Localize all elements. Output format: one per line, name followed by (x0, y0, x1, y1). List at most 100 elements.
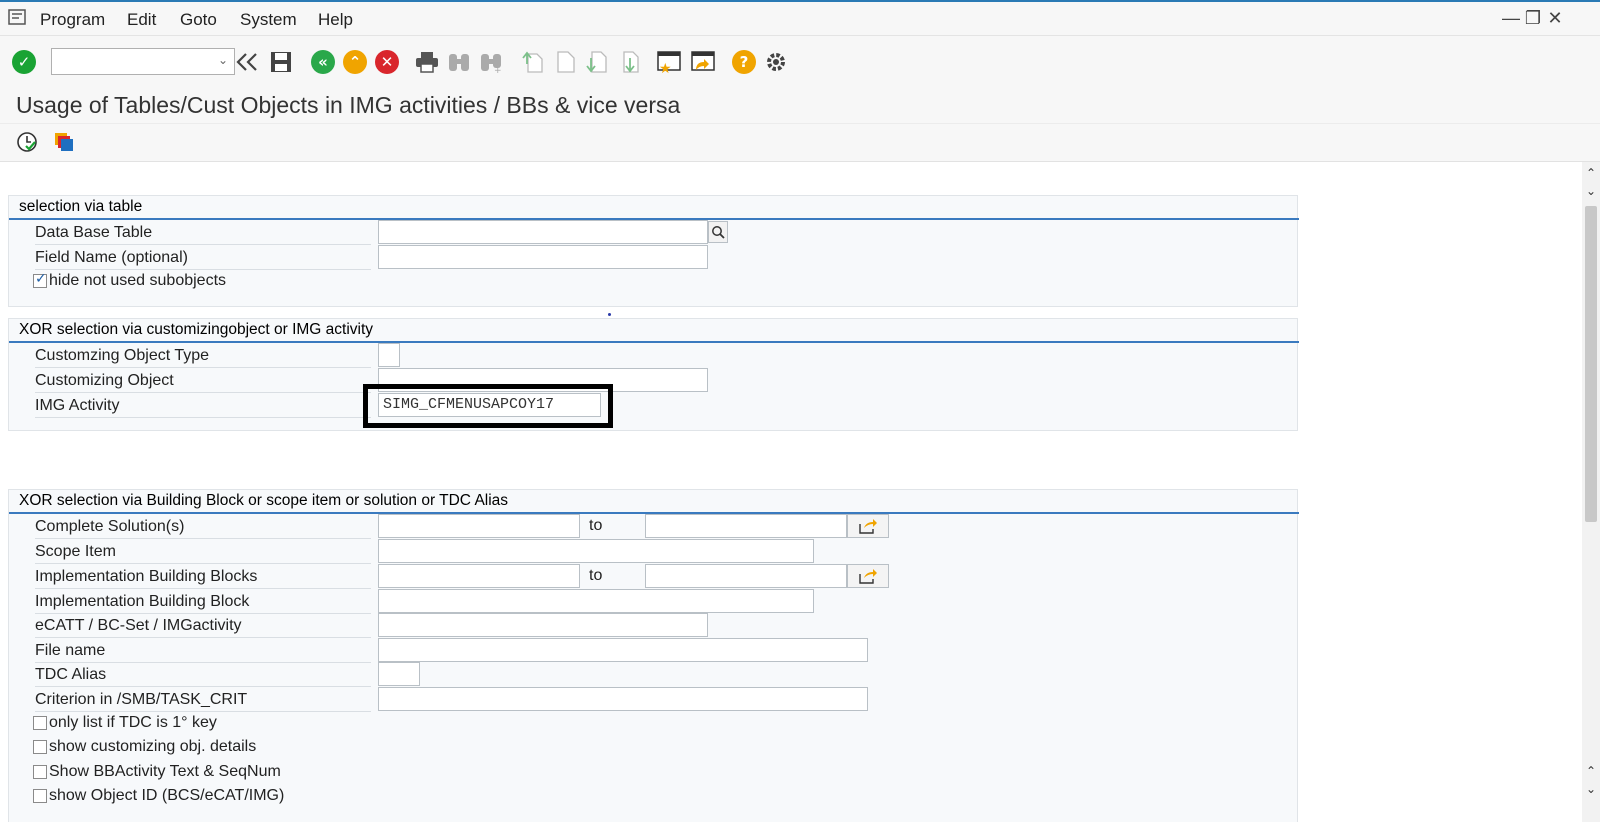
row-divider (35, 367, 371, 368)
tdc-alias-label: TDC Alias (35, 666, 107, 683)
field-name-label: Field Name (optional) (35, 249, 188, 266)
tdc-alias-input[interactable] (378, 662, 420, 686)
row-divider (35, 588, 371, 589)
find-next-icon[interactable]: + (478, 49, 504, 75)
group-title: XOR selection via customizingobject or I… (19, 321, 374, 338)
impl-bbs-to-input[interactable] (645, 564, 847, 588)
tdc-key-checkbox[interactable] (33, 716, 47, 730)
complete-solutions-from-input[interactable] (378, 514, 580, 538)
menu-edit[interactable]: Edit (127, 10, 156, 30)
enter-icon[interactable]: ✓ (11, 49, 37, 75)
row-divider (35, 269, 371, 270)
row-divider (35, 244, 371, 245)
row-divider (35, 662, 371, 663)
exit-icon[interactable]: ⌃ (342, 49, 368, 75)
close-icon[interactable]: ✕ (1546, 8, 1564, 28)
create-shortcut-icon[interactable] (690, 49, 716, 75)
group-title: selection via table (19, 198, 143, 215)
scroll-down-icon[interactable]: ⌄ (1584, 184, 1598, 198)
page-title: Usage of Tables/Cust Objects in IMG acti… (16, 92, 681, 118)
tdc-key-label: only list if TDC is 1° key (49, 714, 217, 731)
create-session-icon[interactable]: ★ (656, 49, 682, 75)
row-divider (35, 392, 371, 393)
ecatt-input[interactable] (378, 613, 708, 637)
group-xor-customizing: XOR selection via customizingobject or I… (8, 318, 1299, 431)
impl-bb-input[interactable] (378, 589, 814, 613)
row-divider (35, 563, 371, 564)
db-table-input[interactable] (378, 220, 708, 244)
restore-icon[interactable]: ❐ (1524, 8, 1542, 28)
obj-type-input[interactable] (378, 343, 400, 367)
scope-item-input[interactable] (378, 539, 814, 563)
multiple-selection-button[interactable] (847, 564, 889, 588)
bbactivity-checkbox[interactable] (33, 765, 47, 779)
row-divider (35, 637, 371, 638)
find-icon[interactable] (446, 49, 472, 75)
impl-bbs-label: Implementation Building Blocks (35, 568, 258, 585)
search-icon (712, 226, 725, 239)
cancel-icon[interactable]: ✕ (374, 49, 400, 75)
complete-solutions-label: Complete Solution(s) (35, 518, 185, 535)
menu-goto[interactable]: Goto (180, 10, 217, 30)
vertical-scrollbar[interactable]: ⌃ ⌄ ⌃ ⌄ (1582, 162, 1600, 822)
group-xor-building-block: XOR selection via Building Block or scop… (8, 489, 1299, 822)
print-icon[interactable] (414, 49, 440, 75)
back-navigate-icon[interactable] (235, 49, 261, 75)
multiple-selection-button[interactable] (847, 514, 889, 538)
settings-icon[interactable] (763, 49, 789, 75)
menu-help[interactable]: Help (318, 10, 353, 30)
previous-page-icon[interactable] (552, 49, 578, 75)
group-divider (9, 341, 1299, 343)
obj-type-label: Customzing Object Type (35, 347, 210, 364)
bbactivity-label: Show BBActivity Text & SeqNum (49, 763, 281, 780)
file-name-input[interactable] (378, 638, 868, 662)
object-id-label: show Object ID (BCS/eCAT/IMG) (49, 787, 285, 804)
standard-toolbar: ✓ ⌄ « ⌃ ✕ + ★ ? (0, 36, 1600, 86)
object-id-checkbox[interactable] (33, 789, 47, 803)
scope-item-label: Scope Item (35, 543, 116, 560)
cust-details-checkbox[interactable] (33, 740, 47, 754)
field-name-input[interactable] (378, 245, 708, 269)
help-icon[interactable]: ? (731, 49, 757, 75)
scroll-up-icon[interactable]: ⌃ (1584, 166, 1598, 180)
minimize-icon[interactable]: — (1502, 8, 1520, 28)
menu-system[interactable]: System (240, 10, 297, 30)
svg-text:★: ★ (659, 61, 672, 74)
row-divider (35, 417, 371, 418)
multiple-selection-icon (859, 569, 877, 584)
title-bar: Usage of Tables/Cust Objects in IMG acti… (0, 86, 1600, 124)
last-page-icon[interactable] (616, 49, 642, 75)
menu-program[interactable]: Program (40, 10, 105, 30)
row-divider (35, 613, 371, 614)
value-help-button[interactable] (708, 221, 728, 243)
multiple-selection-icon (859, 519, 877, 534)
complete-solutions-to-input[interactable] (645, 514, 847, 538)
group-title: XOR selection via Building Block or scop… (19, 492, 509, 509)
row-divider (35, 711, 371, 712)
execute-icon[interactable] (14, 129, 40, 155)
file-name-label: File name (35, 642, 106, 659)
app-menu-icon[interactable] (8, 9, 26, 25)
command-field[interactable]: ⌄ (51, 48, 235, 75)
scrollbar-thumb[interactable] (1585, 206, 1597, 522)
img-activity-input[interactable]: SIMG_CFMENUSAPCOY17 (378, 393, 601, 417)
selection-screen: selection via table Data Base Table Fiel… (0, 162, 1582, 822)
chevron-down-icon[interactable]: ⌄ (218, 53, 228, 67)
svg-text:+: + (494, 66, 502, 73)
scroll-down-icon[interactable]: ⌄ (1584, 782, 1598, 796)
criterion-input[interactable] (378, 687, 868, 711)
hide-unused-label: hide not used subobjects (49, 272, 227, 289)
menu-bar: Program Edit Goto System Help — ❐ ✕ (0, 0, 1600, 36)
save-icon[interactable] (268, 49, 294, 75)
scroll-up-icon[interactable]: ⌃ (1584, 764, 1598, 778)
next-page-icon[interactable] (584, 49, 610, 75)
row-divider (35, 538, 371, 539)
checkmark-icon: ✓ (35, 271, 47, 287)
back-icon[interactable]: « (310, 49, 336, 75)
impl-bbs-from-input[interactable] (378, 564, 580, 588)
cust-obj-input[interactable] (378, 368, 708, 392)
first-page-icon[interactable] (520, 49, 546, 75)
focus-dot (608, 313, 611, 316)
get-variant-icon[interactable] (50, 129, 76, 155)
hide-unused-checkbox[interactable]: ✓ (33, 271, 47, 288)
